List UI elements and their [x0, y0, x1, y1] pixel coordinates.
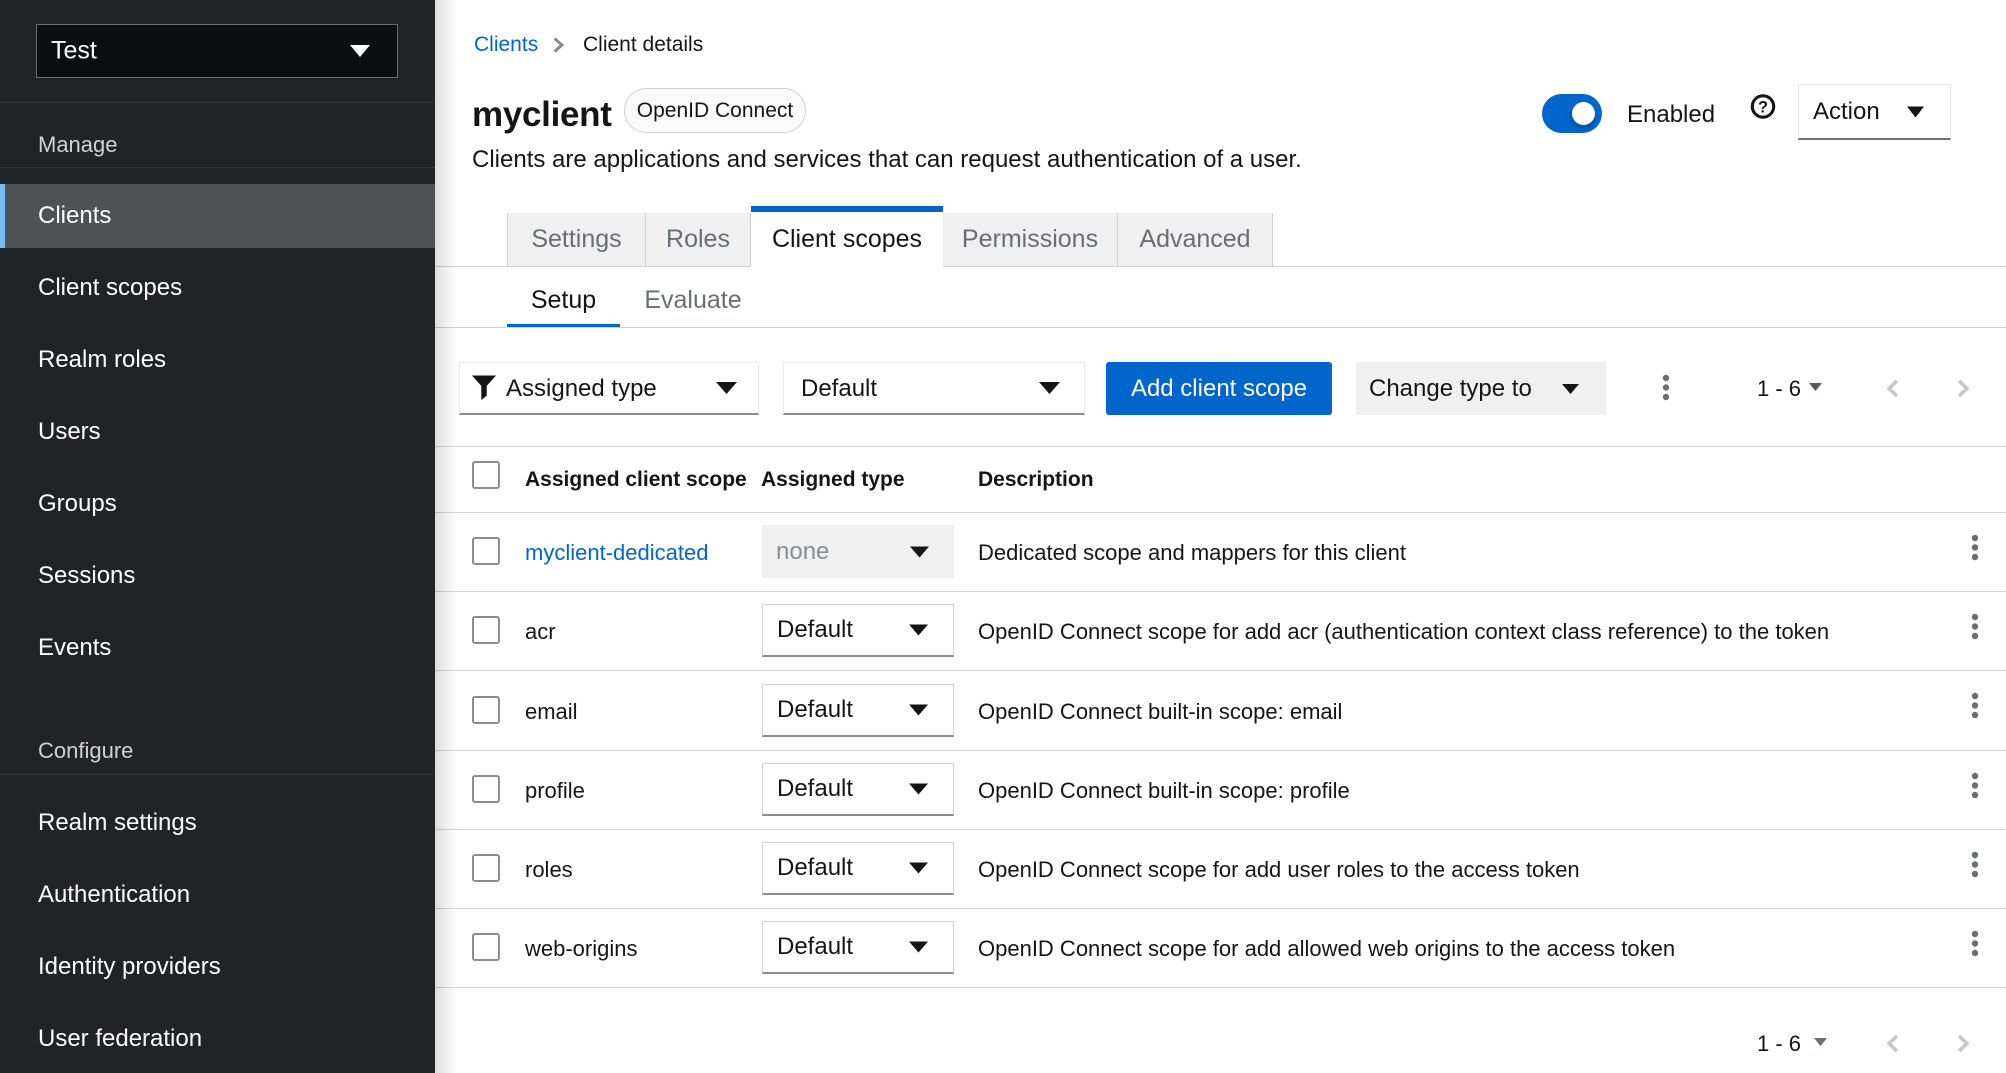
- svg-text:?: ?: [1758, 99, 1768, 117]
